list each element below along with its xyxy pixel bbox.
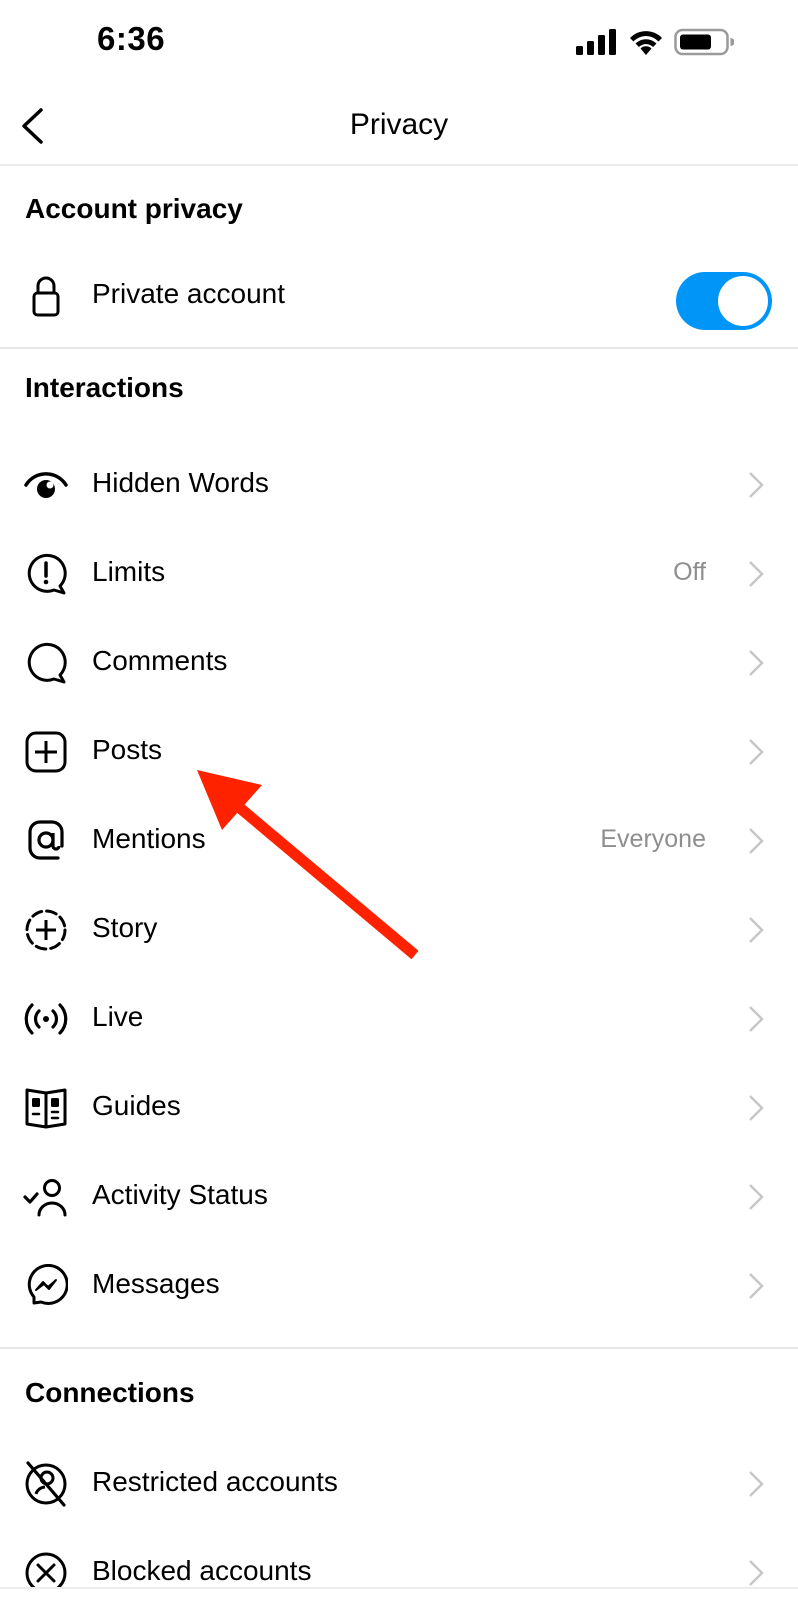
dashed-plus-circle-icon	[22, 908, 70, 952]
eye-icon	[22, 463, 70, 507]
section-header-connections: Connections	[25, 1377, 195, 1408]
row-guides[interactable]: Guides	[0, 1068, 798, 1148]
row-label: Hidden Words	[92, 467, 269, 498]
row-posts[interactable]: Posts	[0, 712, 798, 792]
plus-square-icon	[22, 730, 70, 774]
section-header-account-privacy: Account privacy	[25, 193, 243, 224]
wifi-icon	[630, 31, 662, 55]
row-label: Activity Status	[92, 1179, 268, 1210]
chevron-right-icon	[749, 1560, 764, 1586]
status-time: 6:36	[97, 20, 166, 57]
status-icons	[576, 28, 734, 56]
section-header-interactions: Interactions	[25, 372, 184, 403]
row-value: Everyone	[600, 825, 706, 853]
chevron-right-icon	[749, 828, 764, 854]
alert-bubble-icon	[22, 552, 70, 596]
at-sign-icon	[22, 819, 70, 863]
chevron-right-icon	[749, 1184, 764, 1210]
divider	[0, 1347, 798, 1349]
lock-icon	[22, 274, 70, 318]
row-label: Comments	[92, 645, 228, 676]
row-mentions[interactable]: Mentions Everyone	[0, 801, 798, 881]
row-label: Guides	[92, 1090, 181, 1121]
private-account-toggle[interactable]	[676, 272, 772, 330]
row-messages[interactable]: Messages	[0, 1246, 798, 1326]
row-label: Live	[92, 1001, 144, 1032]
chevron-right-icon	[749, 917, 764, 943]
row-label: Mentions	[92, 823, 206, 854]
broadcast-icon	[22, 997, 70, 1041]
cellular-signal-icon	[576, 29, 616, 55]
annotation-arrow-icon	[197, 770, 419, 960]
page-title: Privacy	[349, 108, 449, 141]
row-activity-status[interactable]: Activity Status	[0, 1157, 798, 1237]
row-label: Limits	[92, 556, 166, 587]
chevron-right-icon	[749, 1273, 764, 1299]
divider	[0, 347, 798, 349]
row-hidden-words[interactable]: Hidden Words	[0, 445, 798, 525]
restricted-icon	[22, 1461, 70, 1507]
battery-icon	[674, 28, 734, 56]
status-bar: 6:36	[0, 0, 798, 88]
bottom-edge-line	[0, 1587, 798, 1589]
row-value: Off	[673, 558, 706, 586]
comment-bubble-icon	[22, 641, 70, 685]
chevron-right-icon	[749, 472, 764, 498]
book-icon	[22, 1086, 70, 1130]
blocked-icon	[22, 1551, 70, 1587]
row-label: Posts	[92, 734, 163, 765]
row-label: Messages	[92, 1268, 220, 1299]
chevron-right-icon	[749, 561, 764, 587]
row-label: Blocked accounts	[92, 1555, 312, 1586]
row-story[interactable]: Story	[0, 890, 798, 970]
chevron-right-icon	[749, 1471, 764, 1497]
row-blocked-accounts[interactable]: Blocked accounts	[0, 1533, 798, 1587]
toggle-knob	[718, 276, 768, 326]
row-label: Story	[92, 912, 158, 943]
row-restricted-accounts[interactable]: Restricted accounts	[0, 1444, 798, 1524]
row-label: Private account	[92, 278, 285, 309]
chevron-right-icon	[749, 1095, 764, 1121]
nav-bar: Privacy	[0, 88, 798, 166]
chevron-right-icon	[749, 650, 764, 676]
chevron-right-icon	[749, 739, 764, 765]
row-limits[interactable]: Limits Off	[0, 534, 798, 614]
row-comments[interactable]: Comments	[0, 623, 798, 703]
chevron-right-icon	[749, 1006, 764, 1032]
messenger-icon	[22, 1264, 70, 1308]
row-label: Restricted accounts	[92, 1466, 338, 1497]
user-check-icon	[22, 1175, 70, 1219]
row-live[interactable]: Live	[0, 979, 798, 1059]
